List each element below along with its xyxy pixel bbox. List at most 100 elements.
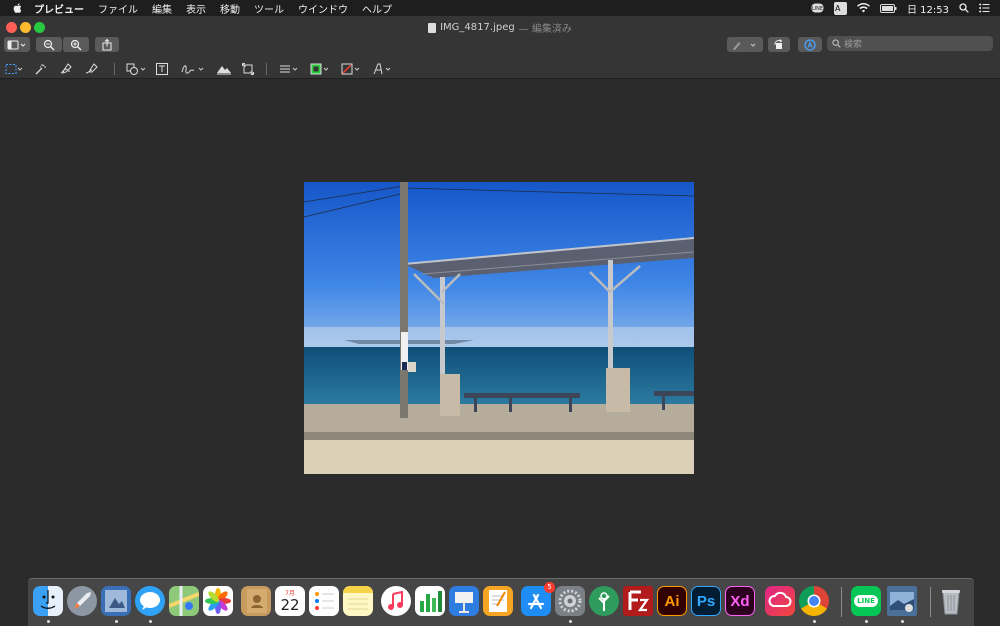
share-button[interactable]	[95, 37, 119, 52]
app-store-dock-icon[interactable]: 5	[521, 582, 555, 616]
music-dock-icon[interactable]	[381, 586, 411, 616]
selection-tool-button[interactable]	[5, 62, 25, 76]
messages-dock-icon[interactable]	[135, 586, 165, 616]
sketch-icon	[60, 63, 72, 74]
shapes-button[interactable]	[126, 62, 148, 76]
wifi-icon[interactable]	[857, 3, 870, 13]
draw-tool-button[interactable]	[85, 62, 99, 76]
toolbar-separator	[114, 63, 115, 75]
toolbar-separator	[266, 63, 267, 75]
sourcetree-dock-icon[interactable]	[589, 586, 619, 616]
running-indicator	[865, 620, 868, 623]
instant-alpha-button[interactable]	[34, 62, 46, 76]
search-icon	[832, 39, 841, 48]
adjust-color-button[interactable]	[216, 62, 232, 76]
pen-icon	[733, 41, 756, 50]
dock-separator	[930, 587, 931, 617]
zoom-in-icon	[70, 39, 82, 50]
input-source-indicator[interactable]: A	[834, 1, 847, 15]
finder-dock-icon[interactable]	[33, 586, 63, 616]
photoshop-label: Ps	[696, 592, 716, 610]
preview-dock-icon[interactable]	[101, 586, 131, 616]
document-icon[interactable]	[428, 22, 437, 33]
markup-toolbar-button[interactable]	[798, 37, 822, 52]
menu-clock[interactable]: 日 12:53	[907, 1, 949, 16]
zoom-in-button[interactable]	[63, 37, 89, 52]
fill-color-button[interactable]	[341, 62, 363, 76]
fill-color-icon	[341, 63, 360, 75]
window-filename: IMG_4817.jpeg	[440, 22, 515, 33]
markup-icon	[804, 38, 816, 51]
draw-icon	[85, 63, 98, 74]
running-indicator	[115, 620, 118, 623]
calendar-day: 22	[280, 595, 300, 614]
svg-text:LINE: LINE	[812, 6, 823, 12]
menu-view[interactable]: 表示	[186, 1, 206, 16]
filezilla-dock-icon[interactable]	[623, 586, 653, 616]
menu-help[interactable]: ヘルプ	[362, 1, 392, 16]
text-style-icon	[373, 63, 391, 75]
calendar-dock-icon[interactable]: 7月 22	[275, 586, 305, 616]
app-store-badge: 5	[544, 582, 555, 593]
keynote-dock-icon[interactable]	[449, 586, 479, 616]
running-indicator	[813, 620, 816, 623]
menu-tools[interactable]: ツール	[254, 1, 284, 16]
sign-button[interactable]	[181, 62, 207, 76]
chrome-dock-icon[interactable]	[799, 586, 829, 616]
seaside-station-photo	[304, 182, 694, 474]
zoom-out-button[interactable]	[36, 37, 62, 52]
pages-dock-icon[interactable]	[483, 586, 513, 616]
menu-bar: プレビュー ファイル 編集 表示 移動 ツール ウインドウ ヘルプ LINE A…	[0, 0, 1000, 16]
preview-document-dock-icon[interactable]	[887, 586, 917, 616]
illustrator-dock-icon[interactable]: Ai	[657, 586, 687, 616]
sketch-tool-button[interactable]	[59, 62, 73, 76]
launchpad-dock-icon[interactable]	[67, 586, 97, 616]
system-preferences-dock-icon[interactable]	[555, 586, 585, 616]
trash-dock-icon[interactable]	[936, 586, 966, 616]
spotlight-icon[interactable]	[959, 3, 969, 13]
text-style-button[interactable]	[372, 62, 394, 76]
photos-dock-icon[interactable]	[203, 586, 233, 616]
rotate-button[interactable]	[768, 37, 790, 52]
share-icon	[102, 38, 112, 50]
border-color-button[interactable]	[310, 62, 332, 76]
menu-edit[interactable]: 編集	[152, 1, 172, 16]
apple-icon[interactable]	[12, 2, 24, 14]
notification-center-icon[interactable]	[979, 3, 990, 13]
xd-dock-icon[interactable]: Xd	[725, 586, 755, 616]
resize-icon	[242, 63, 254, 75]
numbers-dock-icon[interactable]	[415, 586, 445, 616]
rect-select-icon	[5, 64, 23, 74]
window-edited-status: — 編集済み	[518, 24, 572, 35]
menu-window[interactable]: ウインドウ	[298, 1, 348, 16]
line-status-icon[interactable]: LINE	[811, 3, 824, 13]
document-image[interactable]	[304, 182, 694, 474]
shapes-icon	[126, 63, 146, 75]
rotate-icon	[774, 39, 783, 49]
line-dock-icon[interactable]: LINE	[851, 586, 881, 616]
zoom-out-icon	[43, 39, 55, 50]
menu-file[interactable]: ファイル	[98, 1, 138, 16]
photoshop-dock-icon[interactable]: Ps	[691, 586, 721, 616]
shape-style-button[interactable]	[279, 62, 301, 76]
battery-icon[interactable]	[880, 3, 897, 13]
text-tool-button[interactable]	[156, 62, 168, 76]
window-title: IMG_4817.jpeg — 編集済み	[0, 20, 1000, 35]
sidebar-view-button[interactable]	[4, 37, 30, 52]
search-field[interactable]: 検索	[827, 36, 993, 51]
running-indicator	[901, 620, 904, 623]
adjust-size-button[interactable]	[242, 62, 254, 76]
menu-app-name[interactable]: プレビュー	[34, 1, 84, 16]
reminders-dock-icon[interactable]	[309, 586, 339, 616]
pen-color-button[interactable]	[727, 37, 763, 52]
line-label: LINE	[854, 595, 878, 607]
running-indicator	[149, 620, 152, 623]
maps-dock-icon[interactable]	[169, 586, 199, 616]
notes-dock-icon[interactable]	[343, 586, 373, 616]
xd-label: Xd	[730, 592, 750, 610]
creative-cloud-dock-icon[interactable]	[765, 586, 795, 616]
text-box-icon	[156, 63, 168, 75]
border-color-icon	[310, 63, 329, 75]
menu-go[interactable]: 移動	[220, 1, 240, 16]
contacts-dock-icon[interactable]	[241, 586, 271, 616]
